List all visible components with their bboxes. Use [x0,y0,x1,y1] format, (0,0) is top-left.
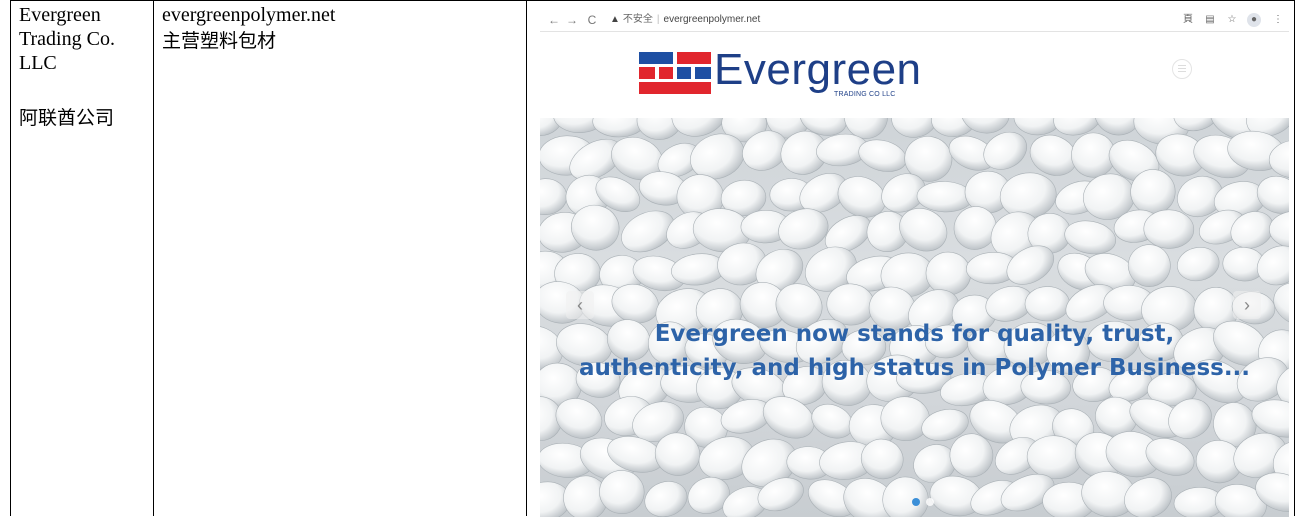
website-screenshot: ← → C ▲ 不安全 | evergreenpolymer.net 頁 ▤ ☆ ● … [540,9,1289,517]
hero-caption: Evergreen now stands for quality, trust,… [540,317,1289,385]
pellet-shape [644,481,688,517]
hero-caption-line2: authenticity, and high status in Polymer… [578,355,1251,381]
company-name-cell: Evergreen Trading Co. LLC 阿联酋公司 [10,0,153,516]
translate-icon[interactable]: 頁 [1181,13,1195,27]
profile-icon[interactable]: ● [1247,13,1261,27]
more-menu-icon[interactable]: ⋮ [1271,13,1285,27]
pellet-shape [1124,477,1172,517]
reader-icon[interactable]: ▤ [1203,13,1217,27]
reload-icon[interactable]: C [584,12,600,28]
hero-carousel: ‹ › Evergreen now stands for quality, tr… [540,118,1289,517]
carousel-next-button[interactable]: › [1233,291,1261,319]
pellet-shape [540,178,568,216]
logo-wordmark[interactable]: Evergreen [714,46,922,94]
pellet-shape [1064,220,1117,255]
arrow-right-icon[interactable]: → [564,12,580,28]
address-bar[interactable]: ▲ 不安全 | evergreenpolymer.net [610,11,1110,28]
arrow-left-icon[interactable]: ← [546,12,562,28]
hamburger-menu-icon[interactable] [1172,59,1192,79]
company-name-en: Evergreen Trading Co. LLC [19,4,115,74]
website-text: evergreenpolymer.net [162,4,336,26]
company-name-cn: 阿联酋公司 [19,107,115,129]
bookmark-star-icon[interactable]: ☆ [1225,13,1239,27]
address-separator: | [656,14,660,25]
logo-subtitle: TRADING CO LLC [834,91,896,98]
pellet-shape [925,251,972,296]
warning-triangle-icon: ▲ [610,14,620,25]
pellet-shape [1176,247,1220,282]
logo-flag-icon[interactable] [639,50,711,96]
carousel-indicators [912,493,940,506]
business-description: 主营塑料包材 [162,30,277,52]
pellet-shape [916,181,973,213]
hero-caption-line1: Evergreen now stands for quality, trust, [654,321,1175,347]
url-text: evergreenpolymer.net [663,14,761,25]
pellet-shape [1269,210,1289,249]
document-table: Evergreen Trading Co. LLC 阿联酋公司 evergree… [10,0,1295,517]
screenshot-cell: ← → C ▲ 不安全 | evergreenpolymer.net 頁 ▤ ☆ ● … [526,0,1295,517]
browser-toolbar: ← → C ▲ 不安全 | evergreenpolymer.net 頁 ▤ ☆ ● … [540,9,1289,32]
carousel-prev-button[interactable]: ‹ [566,291,594,319]
carousel-dot-2[interactable] [926,498,934,506]
website-cell: evergreenpolymer.net 主营塑料包材 [153,0,526,516]
site-header: Evergreen TRADING CO LLC [540,32,1289,118]
carousel-dot-1[interactable] [912,498,920,506]
security-status: 不安全 [622,14,653,25]
